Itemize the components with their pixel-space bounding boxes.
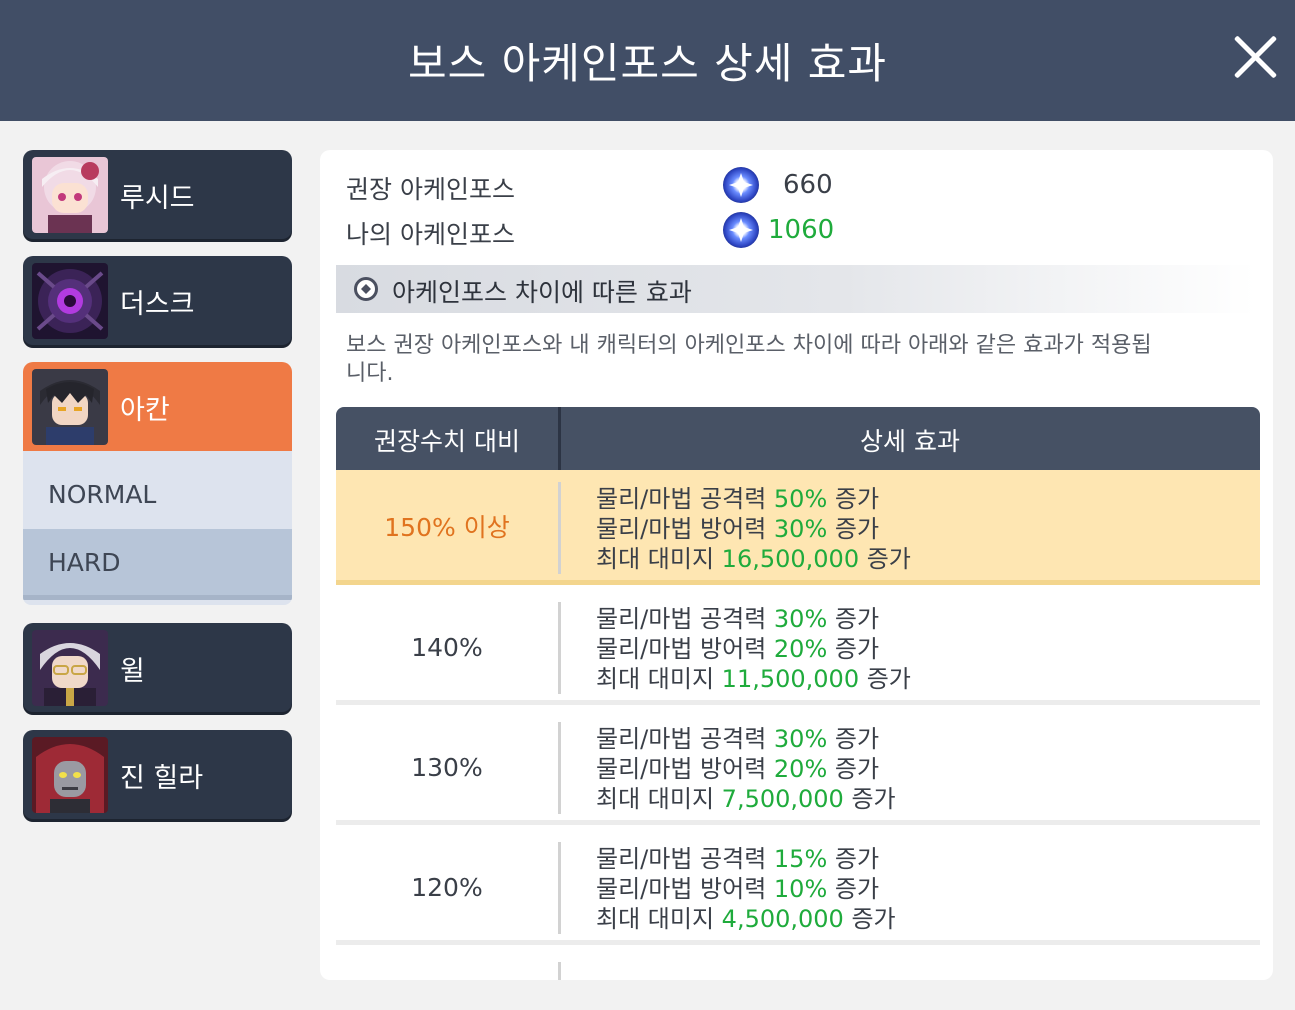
boss-name: 루시드	[120, 183, 195, 214]
boss-item-akechi[interactable]: 아칸	[23, 362, 292, 451]
row-effects: 물리/마법 공격력 15% 증가 물리/마법 방어력 10% 증가 최대 대미지…	[596, 844, 896, 934]
difficulty-normal[interactable]: NORMAL	[23, 461, 292, 529]
column-header-ratio: 권장수치 대비	[374, 427, 520, 456]
row-ratio: 120%	[411, 873, 483, 902]
effect-line: 최대 대미지 11,500,000 증가	[596, 665, 911, 693]
effect-line: 물리/마법 공격력 30% 증가	[596, 725, 880, 753]
akechi-portrait-icon	[32, 369, 108, 445]
table-row-partial	[336, 950, 1260, 980]
dusk-portrait-icon	[32, 263, 108, 339]
effect-line: 물리/마법 공격력 50% 증가	[596, 485, 880, 513]
table-row: 150% 이상 물리/마법 공격력 50% 증가 물리/마법 방어력 30% 증…	[336, 470, 1260, 585]
will-portrait-icon	[32, 630, 108, 706]
boss-item-lucid[interactable]: 루시드	[23, 150, 292, 239]
effect-line: 최대 대미지 4,500,000 증가	[596, 905, 896, 933]
boss-name: 진 힐라	[120, 763, 204, 794]
arcane-force-icon	[723, 212, 759, 248]
column-header-effect: 상세 효과	[860, 427, 960, 456]
arcane-force-icon	[723, 167, 759, 203]
boss-name: 윌	[120, 656, 145, 687]
bullet-icon	[354, 277, 378, 301]
row-divider	[558, 842, 561, 934]
boss-name: 아칸	[120, 395, 170, 426]
effect-line: 물리/마법 방어력 30% 증가	[596, 515, 880, 543]
effect-line: 물리/마법 방어력 10% 증가	[596, 875, 880, 903]
section-description: 보스 권장 아케인포스와 내 캐릭터의 아케인포스 차이에 따라 아래와 같은 …	[346, 333, 1152, 386]
lucid-portrait-icon	[32, 157, 108, 233]
dialog-header: 보스 아케인포스 상세 효과	[0, 0, 1295, 121]
section-header: 아케인포스 차이에 따른 효과	[336, 265, 1256, 313]
row-divider	[558, 602, 561, 694]
row-effects: 물리/마법 공격력 50% 증가 물리/마법 방어력 30% 증가 최대 대미지…	[596, 484, 911, 574]
section-title: 아케인포스 차이에 따른 효과	[392, 278, 692, 307]
effect-line: 최대 대미지 16,500,000 증가	[596, 545, 911, 573]
boss-item-verus-hilla[interactable]: 진 힐라	[23, 730, 292, 819]
row-effects: 물리/마법 공격력 30% 증가 물리/마법 방어력 20% 증가 최대 대미지…	[596, 604, 911, 694]
row-ratio: 130%	[411, 753, 483, 782]
table-row: 140% 물리/마법 공격력 30% 증가 물리/마법 방어력 20% 증가 최…	[336, 590, 1260, 705]
effect-line: 최대 대미지 7,500,000 증가	[596, 785, 896, 813]
hilla-portrait-icon	[32, 737, 108, 813]
boss-name: 더스크	[120, 289, 195, 320]
detail-panel: 권장 아케인포스 660 나의 아케인포스 1060 아케인포스 차이에 따른 …	[320, 150, 1273, 980]
table-row: 130% 물리/마법 공격력 30% 증가 물리/마법 방어력 20% 증가 최…	[336, 710, 1260, 825]
effect-line: 물리/마법 방어력 20% 증가	[596, 755, 880, 783]
boss-item-will[interactable]: 윌	[23, 623, 292, 712]
difficulty-hard[interactable]: HARD	[23, 529, 292, 600]
recommended-arcane-label: 권장 아케인포스	[346, 175, 515, 204]
boss-item-dusk[interactable]: 더스크	[23, 256, 292, 345]
effects-table-header: 권장수치 대비 상세 효과	[336, 407, 1260, 470]
row-divider	[558, 722, 561, 814]
row-ratio: 140%	[411, 633, 483, 662]
row-divider	[558, 962, 561, 980]
my-arcane-label: 나의 아케인포스	[346, 220, 515, 249]
my-arcane-value: 1060	[768, 215, 835, 245]
effect-line: 물리/마법 공격력 30% 증가	[596, 605, 880, 633]
effect-line: 물리/마법 공격력 15% 증가	[596, 845, 880, 873]
row-effects: 물리/마법 공격력 30% 증가 물리/마법 방어력 20% 증가 최대 대미지…	[596, 724, 896, 814]
table-row: 120% 물리/마법 공격력 15% 증가 물리/마법 방어력 10% 증가 최…	[336, 830, 1260, 945]
effect-line: 물리/마법 방어력 20% 증가	[596, 635, 880, 663]
recommended-arcane-value: 660	[783, 170, 833, 200]
row-divider	[558, 482, 561, 574]
difficulty-list: NORMAL HARD	[23, 451, 292, 605]
dialog-title: 보스 아케인포스 상세 효과	[407, 39, 888, 88]
row-ratio: 150% 이상	[384, 513, 510, 542]
close-icon[interactable]	[1231, 33, 1279, 81]
